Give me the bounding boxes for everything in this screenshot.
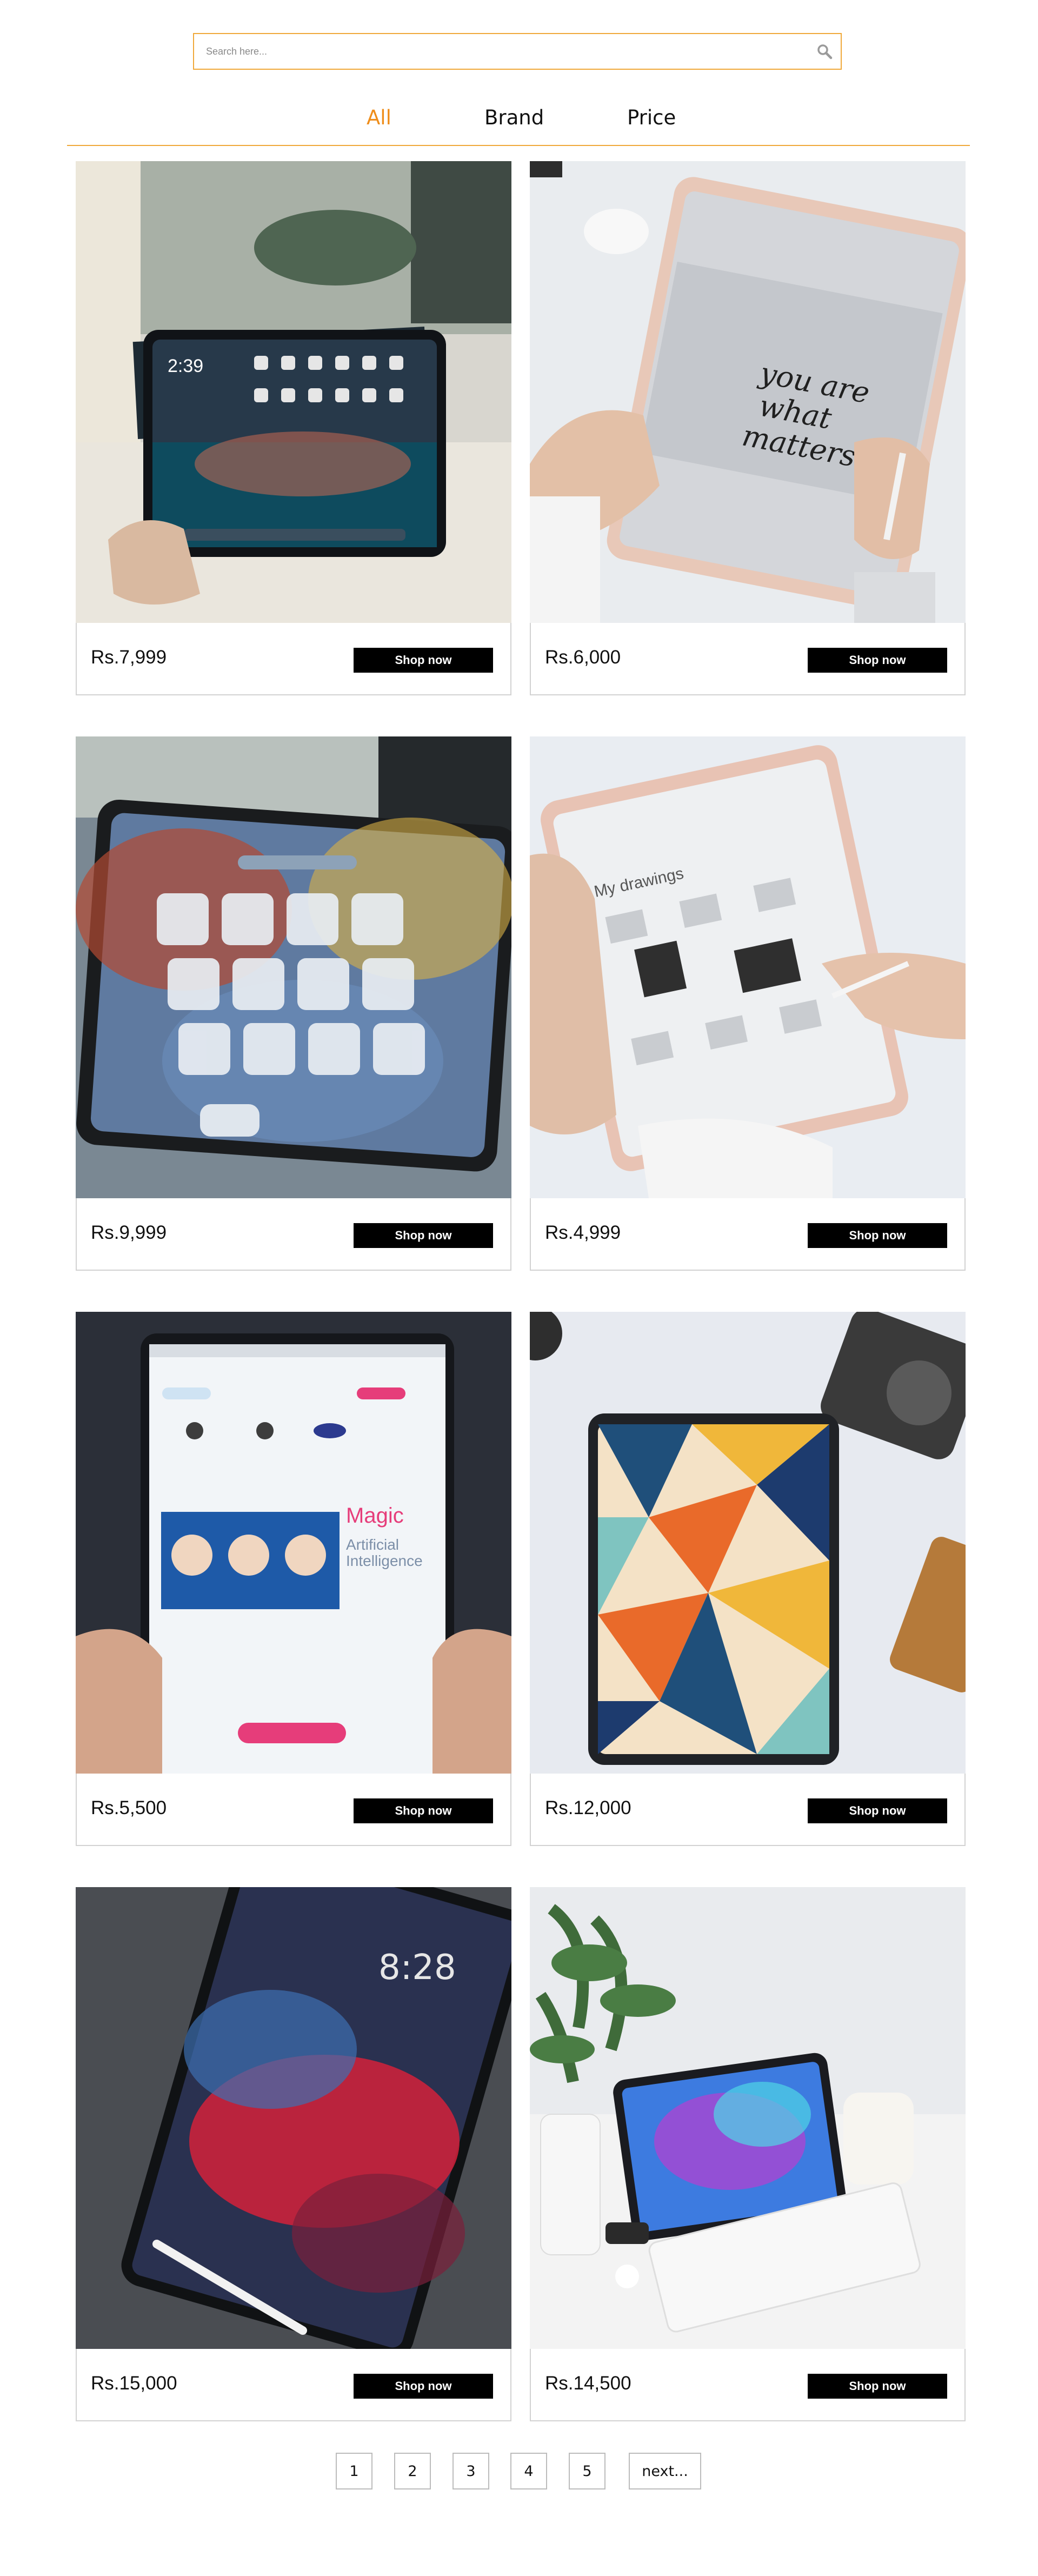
product-card: Rs.14,500 Shop now (530, 1887, 966, 2421)
product-footer: Rs.9,999 Shop now (76, 1198, 511, 1271)
product-price: Rs.4,999 (545, 1222, 621, 1243)
product-price: Rs.6,000 (545, 647, 621, 668)
product-card: 2:39 Rs.7,999 Shop now (76, 161, 511, 695)
page-button-2[interactable]: 2 (394, 2453, 431, 2489)
product-image[interactable] (530, 1887, 966, 2349)
pagination: 1 2 3 4 5 next... (0, 2453, 1038, 2489)
product-footer: Rs.14,500 Shop now (530, 2349, 966, 2421)
product-card: My drawings Rs.4,999 Shop now (530, 736, 966, 1271)
search-bar (193, 33, 842, 70)
product-price: Rs.14,500 (545, 2373, 631, 2394)
page-button-3[interactable]: 3 (453, 2453, 489, 2489)
product-footer: Rs.4,999 Shop now (530, 1198, 966, 1271)
page-button-5[interactable]: 5 (569, 2453, 606, 2489)
product-footer: Rs.7,999 Shop now (76, 623, 511, 695)
product-price: Rs.5,500 (91, 1797, 167, 1818)
product-card: Rs.9,999 Shop now (76, 736, 511, 1271)
product-price: Rs.7,999 (91, 647, 167, 668)
svg-text:8:28: 8:28 (378, 1948, 456, 1988)
svg-text:Intelligence: Intelligence (346, 1552, 423, 1569)
product-image[interactable]: Magic Artificial Intelligence (76, 1312, 511, 1774)
tab-brand[interactable]: Brand (484, 106, 544, 129)
page-button-4[interactable]: 4 (510, 2453, 547, 2489)
product-image[interactable] (530, 1312, 966, 1774)
search-input[interactable] (194, 34, 808, 69)
page-button-1[interactable]: 1 (336, 2453, 372, 2489)
next-page-button[interactable]: next... (629, 2453, 701, 2489)
svg-text:Artificial: Artificial (346, 1536, 399, 1553)
shop-now-button[interactable]: Shop now (354, 1798, 493, 1823)
shop-now-button[interactable]: Shop now (354, 648, 493, 673)
product-footer: Rs.12,000 Shop now (530, 1774, 966, 1846)
product-image[interactable] (76, 736, 511, 1198)
shop-now-button[interactable]: Shop now (808, 1223, 947, 1248)
product-card: Magic Artificial Intelligence Rs.5,500 S… (76, 1312, 511, 1846)
product-card: 8:28 Rs.15,000 Shop now (76, 1887, 511, 2421)
shop-now-button[interactable]: Shop now (808, 2374, 947, 2399)
shop-now-button[interactable]: Shop now (354, 1223, 493, 1248)
shop-now-button[interactable]: Shop now (808, 1798, 947, 1823)
product-image[interactable]: 8:28 (76, 1887, 511, 2349)
product-card: Rs.12,000 Shop now (530, 1312, 966, 1846)
product-footer: Rs.15,000 Shop now (76, 2349, 511, 2421)
search-icon[interactable] (808, 35, 841, 68)
product-footer: Rs.6,000 Shop now (530, 623, 966, 695)
product-price: Rs.9,999 (91, 1222, 167, 1243)
product-price: Rs.12,000 (545, 1797, 631, 1818)
shop-now-button[interactable]: Shop now (354, 2374, 493, 2399)
product-image[interactable]: 2:39 (76, 161, 511, 623)
filter-tabs: All Brand Price (67, 98, 970, 146)
svg-text:2:39: 2:39 (168, 356, 203, 376)
tab-all[interactable]: All (367, 106, 391, 129)
product-card: you are what matters Rs.6,000 Shop now (530, 161, 966, 695)
product-footer: Rs.5,500 Shop now (76, 1774, 511, 1846)
product-image[interactable]: you are what matters (530, 161, 966, 623)
svg-text:Magic: Magic (346, 1504, 404, 1528)
product-image[interactable]: My drawings (530, 736, 966, 1198)
product-price: Rs.15,000 (91, 2373, 177, 2394)
tab-price[interactable]: Price (627, 106, 676, 129)
shop-now-button[interactable]: Shop now (808, 648, 947, 673)
